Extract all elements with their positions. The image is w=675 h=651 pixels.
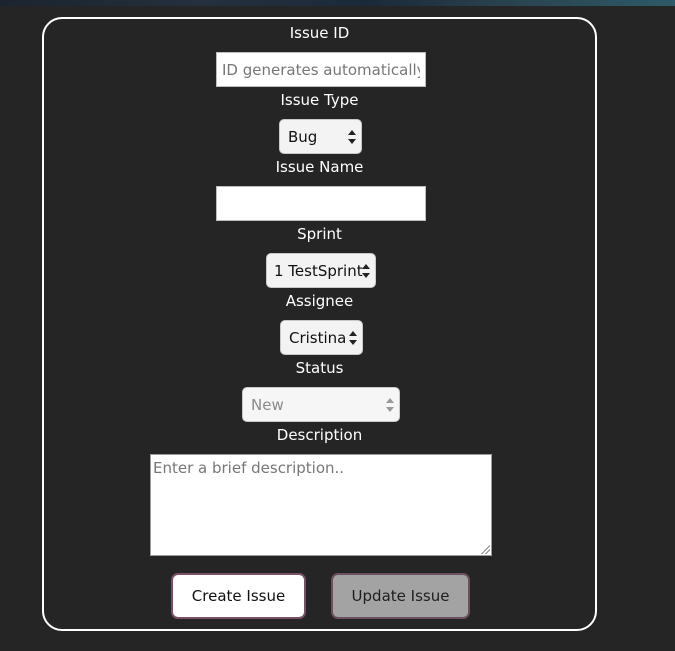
assignee-select[interactable]: Cristina [280, 320, 363, 355]
issue-name-field[interactable] [216, 186, 426, 221]
create-issue-button[interactable]: Create Issue [171, 573, 306, 619]
issue-type-label: Issue Type [280, 91, 359, 109]
sprint-label: Sprint [297, 225, 342, 243]
sprint-select[interactable]: 1 TestSprint [266, 253, 376, 288]
issue-type-select[interactable]: Bug [279, 119, 362, 154]
assignee-value: Cristina [289, 328, 347, 347]
up-down-arrows-icon [386, 397, 394, 412]
sprint-value: 1 TestSprint [274, 261, 363, 280]
description-textarea[interactable] [150, 454, 492, 556]
status-select[interactable]: New [242, 387, 400, 422]
up-down-arrows-icon [349, 330, 357, 345]
assignee-label: Assignee [285, 292, 354, 310]
background-strip [0, 0, 675, 6]
up-down-arrows-icon [362, 263, 370, 278]
up-down-arrows-icon [348, 129, 356, 144]
resize-grip-icon[interactable] [480, 544, 490, 554]
issue-form-card: Issue ID Issue Type Bug Issue Name Sprin… [42, 17, 597, 631]
update-issue-button[interactable]: Update Issue [331, 573, 470, 619]
issue-name-label: Issue Name [275, 158, 364, 176]
issue-id-field[interactable] [216, 52, 426, 87]
status-label: Status [295, 359, 344, 377]
status-value: New [251, 395, 284, 414]
description-label: Description [276, 426, 363, 444]
issue-type-value: Bug [288, 127, 318, 146]
issue-id-label: Issue ID [289, 24, 350, 42]
